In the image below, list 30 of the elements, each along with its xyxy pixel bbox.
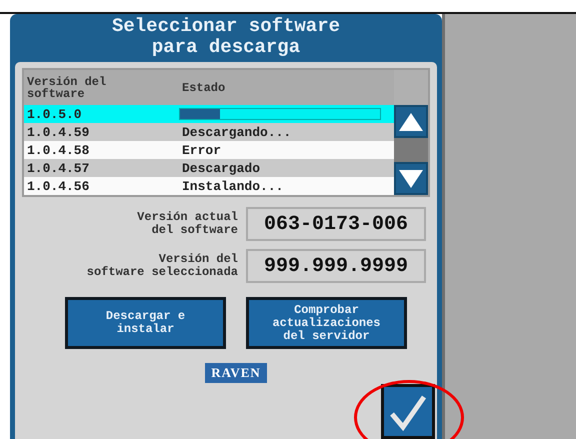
brand-logo: RAVEN: [205, 363, 267, 383]
version-cell-text: 1.0.4.58: [26, 142, 90, 158]
field-label: Versión del software seleccionada: [86, 253, 238, 279]
field-label: Versión actual del software: [137, 211, 238, 237]
confirm-button[interactable]: [381, 384, 435, 439]
version-field: 999.999.9999: [246, 249, 426, 283]
scroll-down-button[interactable]: [394, 162, 428, 195]
version-cell-text: 1.0.4.59: [26, 124, 90, 140]
column-header: Versión del software: [26, 76, 108, 100]
action-button[interactable]: Descargar e instalar: [65, 297, 226, 349]
table-row[interactable]: 1.0.5.0: [24, 105, 394, 123]
table-row[interactable]: 1.0.4.57 Descargado: [24, 159, 394, 177]
column-header: Estado: [181, 82, 226, 94]
version-cell-text: 1.0.5.0: [26, 106, 83, 122]
dialog-title: Seleccionar software para descarga: [110, 16, 342, 60]
action-button[interactable]: Comprobar actualizaciones del servidor: [246, 297, 407, 349]
version-field: 063-0173-006: [246, 207, 426, 241]
table-row[interactable]: 1.0.4.59 Descargando...: [24, 123, 394, 141]
status-cell-text: Descargado: [181, 160, 262, 176]
scroll-up-button[interactable]: [394, 105, 428, 138]
status-cell-text: Descargando...: [181, 124, 292, 140]
up-arrow-icon: [398, 112, 424, 132]
status-cell-text: Error: [181, 142, 222, 158]
down-arrow-icon: [398, 168, 424, 188]
scroll-track: [394, 138, 428, 162]
status-cell-text: Instalando...: [181, 178, 284, 194]
table-row[interactable]: 1.0.4.56 Instalando...: [24, 177, 394, 195]
version-cell-text: 1.0.4.57: [26, 160, 90, 176]
version-cell-text: 1.0.4.56: [26, 178, 90, 194]
table-row[interactable]: 1.0.4.58 Error: [24, 141, 394, 159]
